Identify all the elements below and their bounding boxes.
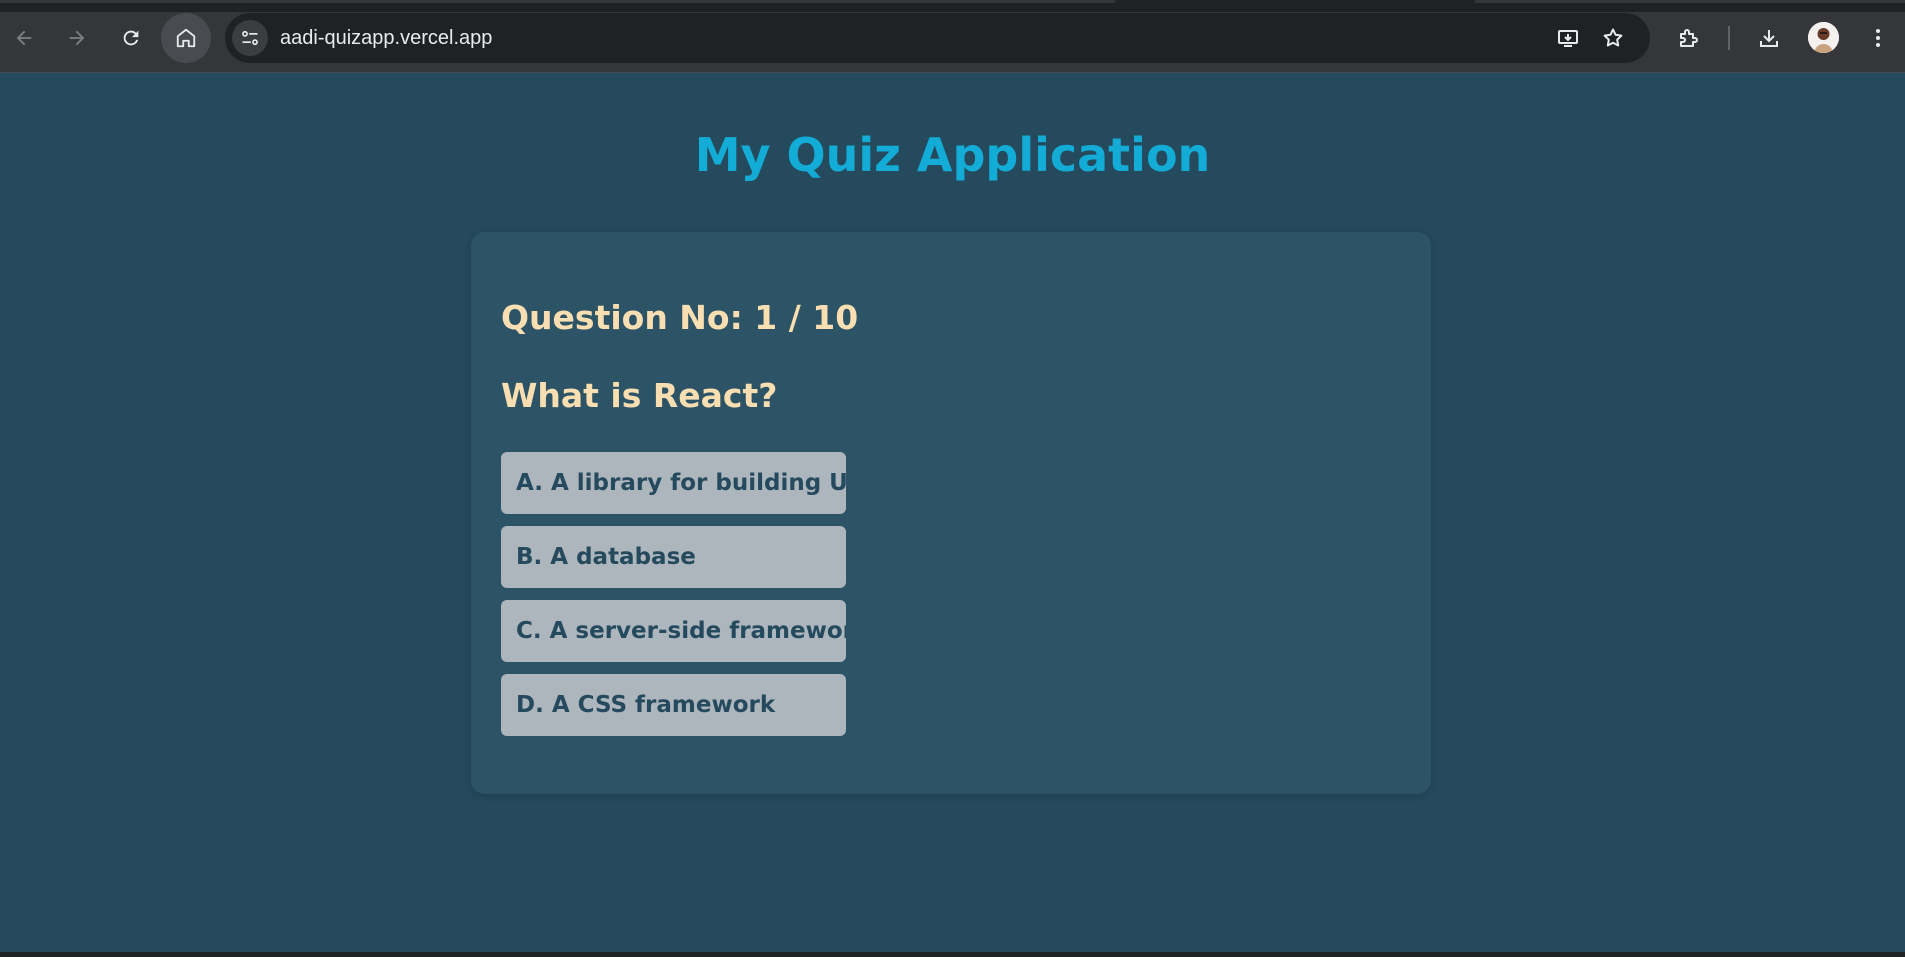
reload-button[interactable] [113, 20, 149, 56]
browser-toolbar: aadi-quizapp.vercel.app [0, 0, 1905, 73]
install-app-icon [1558, 30, 1578, 47]
reload-icon [123, 30, 139, 46]
kebab-menu-icon [1876, 29, 1880, 47]
avatar-icon [1808, 22, 1839, 53]
extensions-button[interactable] [1673, 22, 1705, 54]
quiz-card: Question No: 1 / 10 What is React? A. A … [471, 232, 1431, 794]
page-content: My Quiz Application Question No: 1 / 10 … [0, 73, 1905, 953]
question-number: Question No: 1 / 10 [501, 298, 859, 337]
arrow-left-icon [16, 30, 32, 46]
site-info-button[interactable] [232, 20, 268, 56]
profile-avatar[interactable] [1808, 22, 1839, 53]
download-icon [1760, 30, 1778, 47]
forward-button[interactable] [59, 20, 95, 56]
page-title: My Quiz Application [694, 128, 1211, 182]
puzzle-icon [1680, 29, 1698, 47]
address-bar[interactable]: aadi-quizapp.vercel.app [225, 13, 1650, 63]
arrow-right-icon [69, 30, 85, 46]
back-button[interactable] [6, 20, 42, 56]
bookmark-button[interactable] [1598, 23, 1628, 53]
option-b-button[interactable]: B. A database [501, 526, 846, 588]
option-c-button[interactable]: C. A server-side framework [501, 600, 846, 662]
other-tab-edge [1475, 0, 1905, 3]
active-tab-edge [0, 0, 1115, 3]
tab-strip [0, 0, 1905, 12]
menu-button[interactable] [1862, 22, 1894, 54]
home-button[interactable] [161, 13, 211, 63]
question-text: What is React? [501, 376, 778, 415]
star-icon [1603, 28, 1623, 47]
downloads-button[interactable] [1753, 22, 1785, 54]
option-a-button[interactable]: A. A library for building UI [501, 452, 846, 514]
window-bottom-edge [0, 952, 1905, 957]
option-d-button[interactable]: D. A CSS framework [501, 674, 846, 736]
url-text[interactable]: aadi-quizapp.vercel.app [280, 27, 492, 50]
install-app-button[interactable] [1553, 23, 1583, 53]
toolbar-separator [1728, 26, 1730, 50]
home-icon [176, 28, 196, 48]
tune-icon [242, 30, 258, 46]
